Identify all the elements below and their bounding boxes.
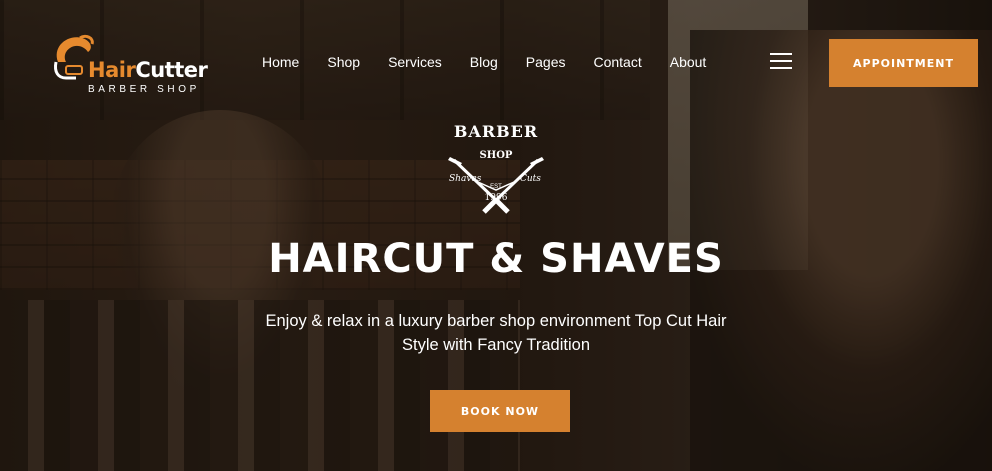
hero-headline: HAIRCUT & SHAVES bbox=[268, 236, 724, 282]
main-nav: Home Shop Services Blog Pages Contact Ab… bbox=[262, 54, 706, 72]
site-logo[interactable]: HairCutter BARBER SHOP bbox=[50, 30, 210, 98]
hero-subtitle: Enjoy & relax in a luxury barber shop en… bbox=[265, 312, 727, 354]
badge-est: EST bbox=[490, 184, 502, 190]
nav-about[interactable]: About bbox=[670, 54, 707, 72]
logo-subtitle: BARBER SHOP bbox=[88, 84, 200, 95]
logo-title: HairCutter bbox=[88, 58, 208, 82]
barber-shop-badge: BARBER SHOP Shaves Cuts EST 1996 bbox=[440, 122, 552, 222]
nav-shop[interactable]: Shop bbox=[327, 54, 360, 72]
nav-blog[interactable]: Blog bbox=[470, 54, 498, 72]
badge-shaves: Shaves bbox=[449, 174, 482, 184]
badge-shop: SHOP bbox=[479, 150, 513, 161]
book-now-button[interactable]: Book Now bbox=[430, 390, 570, 432]
badge-title: BARBER bbox=[453, 122, 539, 141]
badge-year: 1996 bbox=[484, 193, 508, 203]
nav-services[interactable]: Services bbox=[388, 54, 442, 72]
nav-home[interactable]: Home bbox=[262, 54, 299, 72]
nav-contact[interactable]: Contact bbox=[593, 54, 641, 72]
hamburger-menu-icon[interactable] bbox=[770, 53, 792, 70]
badge-cuts: Cuts bbox=[520, 174, 541, 184]
appointment-button[interactable]: Appointment bbox=[829, 39, 978, 87]
nav-pages[interactable]: Pages bbox=[526, 54, 566, 72]
